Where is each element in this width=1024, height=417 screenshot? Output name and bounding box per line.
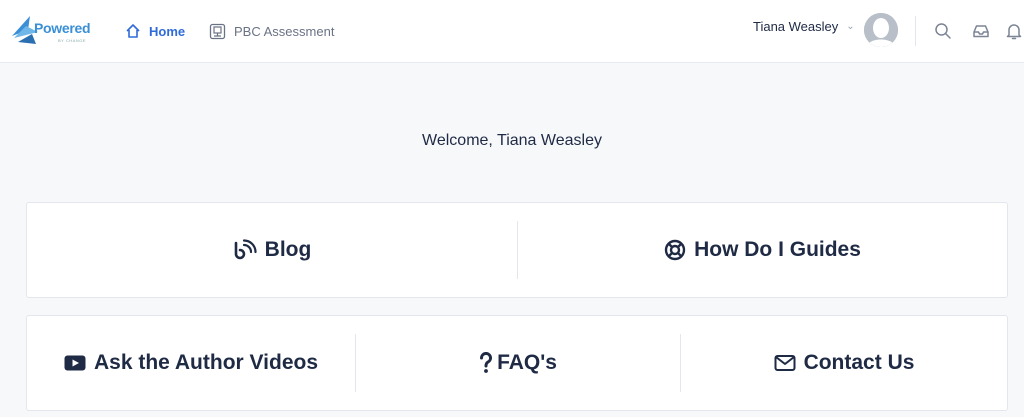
ask-the-author-videos-label: Ask the Author Videos [93,351,319,374]
blog-link[interactable]: Blog [27,203,517,297]
inbox-icon [973,25,989,38]
resource-card-row-2: Ask the Author Videos FAQ's Contact Us [26,315,1008,411]
nav-pbc-label: PBC Assessment [234,23,335,39]
faqs-label: FAQ's [497,351,557,374]
blog-label: Blog [264,238,312,261]
video-icon [64,355,86,371]
powered-logo[interactable]: Powered BY CHANGE [8,12,91,48]
notifications-button[interactable] [1004,21,1024,41]
top-navigation-bar: Powered BY CHANGE Home PBC Assessment Ti… [0,0,1024,63]
faqs-link[interactable]: FAQ's [356,316,680,410]
contact-us-link[interactable]: Contact Us [681,316,1007,410]
lifebuoy-icon [664,239,686,261]
how-do-i-guides-label: How Do I Guides [694,238,861,261]
welcome-message: Welcome, Tiana Weasley [422,132,602,149]
bell-icon [1006,24,1022,40]
avatar[interactable] [864,13,898,47]
assessment-icon [209,23,226,39]
ask-the-author-videos-link[interactable]: Ask the Author Videos [27,316,355,410]
nav-pbc-assessment[interactable]: PBC Assessment [209,21,334,41]
resource-card-row-1: Blog How Do I Guides [26,202,1008,298]
logo-subtext: BY CHANGE [58,38,86,43]
how-do-i-guides-link[interactable]: How Do I Guides [518,203,1007,297]
nav-home-label: Home [149,23,186,39]
avatar-icon [864,13,898,47]
question-icon [480,352,493,373]
header-divider [915,16,916,46]
user-name: Tiana Weasley [753,19,839,34]
inbox-button[interactable] [971,21,991,41]
nav-home[interactable]: Home [125,21,185,41]
rss-icon [234,239,257,260]
envelope-icon [774,355,796,371]
logo-text: Powered [34,20,91,36]
contact-us-label: Contact Us [803,351,915,374]
user-menu[interactable]: Tiana Weasley ⌄ [753,19,855,34]
home-icon [126,24,140,38]
chevron-down-icon: ⌄ [846,21,855,32]
search-button[interactable] [933,21,953,41]
search-icon [935,23,951,39]
